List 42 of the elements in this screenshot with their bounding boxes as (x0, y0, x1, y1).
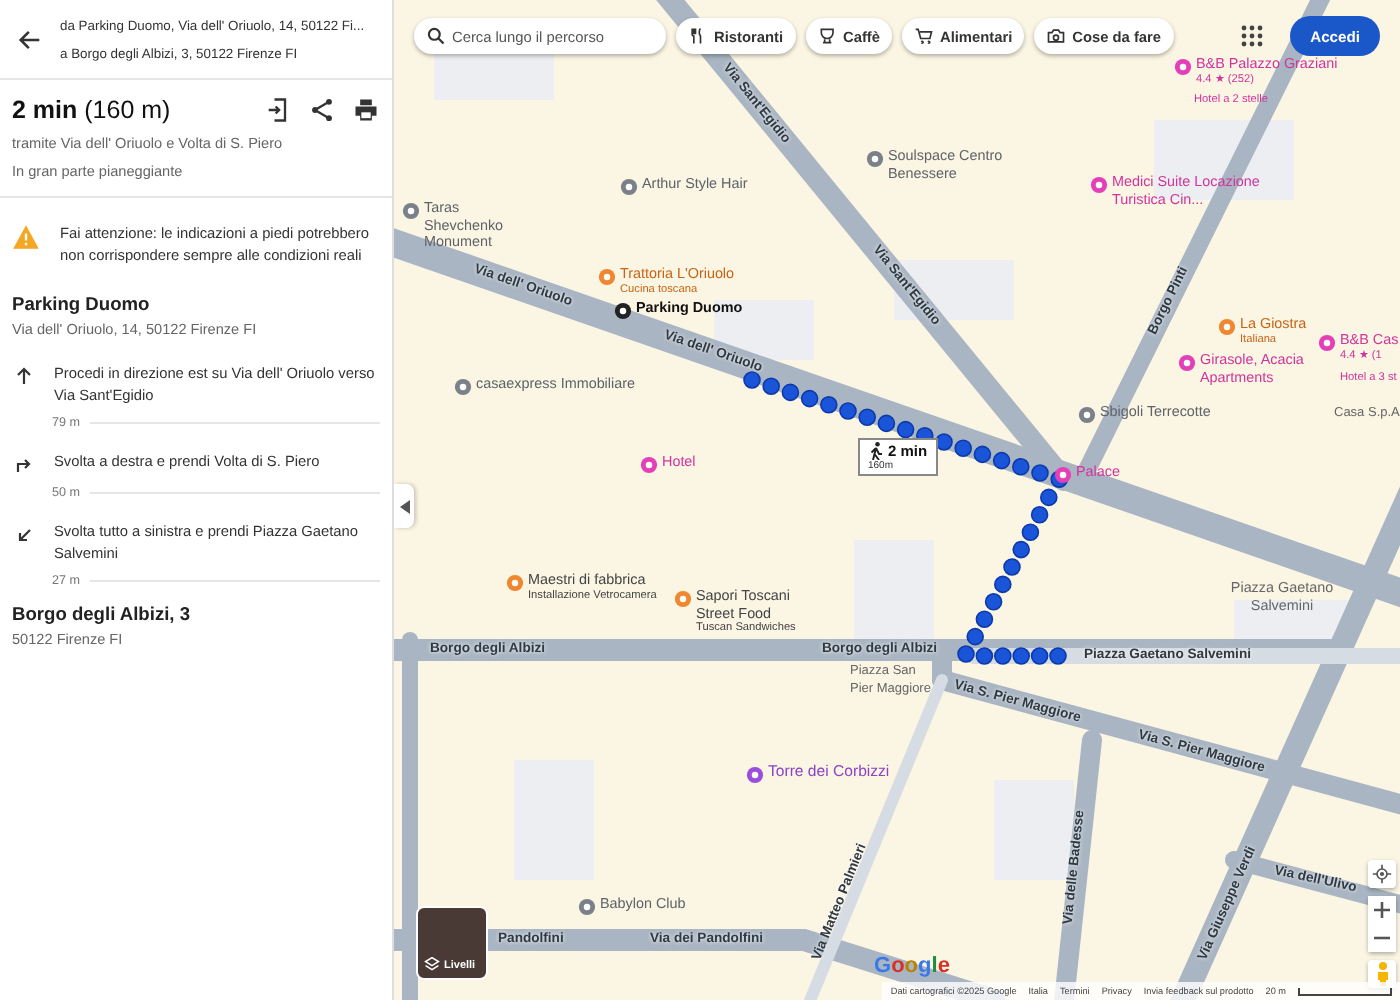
print-icon[interactable] (352, 96, 380, 124)
turn-straight-icon (12, 364, 36, 388)
hotel-marker-icon[interactable] (1178, 354, 1196, 372)
hotel-marker-icon[interactable] (1054, 466, 1072, 484)
zoom-out-button[interactable] (1368, 924, 1396, 952)
hotel-marker-icon[interactable] (640, 456, 658, 474)
share-icon[interactable] (308, 96, 336, 124)
food-marker-icon[interactable] (1218, 318, 1236, 336)
caret-left-icon (399, 499, 409, 513)
send-to-phone-icon[interactable] (264, 96, 292, 124)
search-icon (426, 26, 446, 46)
layers-icon (424, 956, 440, 972)
poi-marker-icon[interactable] (620, 178, 638, 196)
zoom-in-button[interactable] (1368, 896, 1396, 924)
warning-icon (12, 224, 40, 250)
crosshair-icon (1372, 864, 1392, 884)
poi-marker-icon[interactable] (866, 150, 884, 168)
destination-name: Borgo degli Albizi, 3 (12, 604, 193, 624)
walking-person-icon (868, 442, 884, 460)
google-logo: Google (874, 954, 950, 978)
apps-grid-icon[interactable] (1240, 24, 1265, 48)
poi-marker-icon[interactable] (578, 898, 596, 916)
hotel-marker-icon[interactable] (1318, 334, 1336, 352)
my-location-button[interactable] (1368, 860, 1396, 888)
poi-marker-icon[interactable] (454, 378, 472, 396)
poi-marker-icon[interactable] (1078, 406, 1096, 424)
route-duration: 2 min (160 m) (12, 96, 171, 124)
tourist-marker-icon[interactable] (746, 766, 764, 784)
grocery-icon (913, 26, 934, 46)
plus-icon (1374, 902, 1390, 918)
collapse-panel-button[interactable] (394, 484, 414, 528)
hotel-marker-icon[interactable] (1090, 176, 1108, 194)
start-name: Parking Duomo (12, 294, 152, 314)
cafe-icon (817, 26, 837, 46)
food-marker-icon[interactable] (598, 268, 616, 286)
hotel-marker-icon[interactable] (1174, 58, 1192, 76)
parking-marker-icon[interactable] (614, 302, 632, 320)
camera-icon (1046, 26, 1067, 46)
food-marker-icon[interactable] (674, 590, 692, 608)
food-marker-icon[interactable] (506, 574, 524, 592)
poi-marker-icon[interactable] (402, 202, 420, 220)
back-arrow-icon (16, 26, 44, 54)
